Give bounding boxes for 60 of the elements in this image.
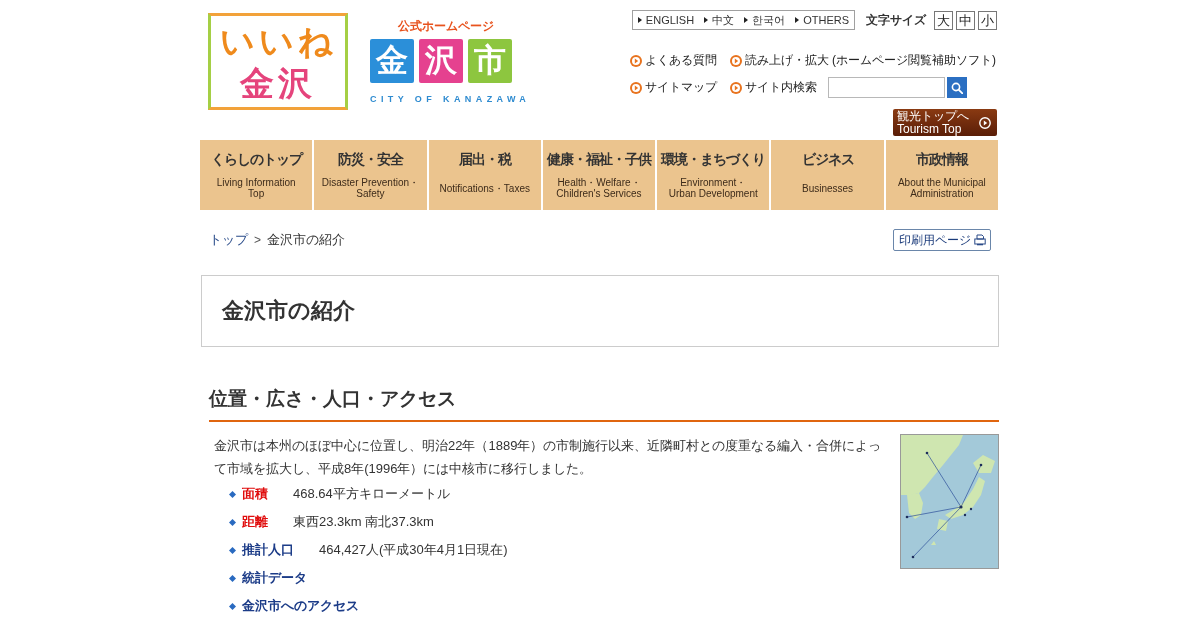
nav-tab[interactable]: 市政情報 About the Municipal Administration	[885, 140, 998, 210]
diamond-bullet-icon	[229, 546, 236, 554]
fact-label: 距離	[242, 513, 268, 531]
diamond-bullet-icon	[229, 574, 236, 582]
nav-tab[interactable]: くらしのトップ Living Information Top	[200, 140, 313, 210]
printer-icon	[974, 234, 986, 246]
intro-paragraph: 金沢市は本州のほぼ中心に位置し、明治22年（1889年）の市制施行以来、近隣町村との度重なる編入・合併によって市域を拡大し、平成8年(1996年）には中核市に移行しました。	[214, 437, 883, 478]
font-size-button[interactable]: 小	[978, 10, 997, 30]
utility-link[interactable]: サイトマップ	[630, 79, 717, 96]
nav-tab[interactable]: 環境・まちづくり Environment・ Urban Development	[657, 140, 770, 210]
nav-tab[interactable]: 届出・税 Notifications・Taxes	[428, 140, 541, 210]
circle-arrow-icon	[630, 54, 642, 67]
circle-arrow-icon	[730, 81, 742, 94]
language-link[interactable]: OTHERS	[795, 14, 849, 26]
print-page-button[interactable]: 印刷用ページ	[893, 229, 991, 251]
caret-icon	[637, 17, 642, 23]
logo-slogan-text: いいね	[219, 21, 337, 60]
circle-arrow-icon	[730, 54, 742, 67]
caret-icon	[704, 17, 709, 23]
breadcrumb-link[interactable]: トップ	[209, 231, 248, 249]
logo-city-name: CITY OF KANAZAWA	[370, 93, 531, 105]
language-link[interactable]: 中文	[704, 12, 735, 28]
language-link[interactable]: ENGLISH	[637, 14, 695, 26]
font-size-button[interactable]: 大	[934, 10, 953, 30]
search-button[interactable]	[947, 77, 967, 98]
nav-tab[interactable]: ビジネス Businesses	[771, 140, 884, 210]
nav-tab[interactable]: 防災・安全 Disaster Prevention・ Safety	[314, 140, 427, 210]
section-heading: 位置・広さ・人口・アクセス	[209, 387, 456, 411]
breadcrumb-current: 金沢市の紹介	[267, 231, 345, 249]
logo-letter-tile: 沢	[419, 39, 463, 83]
fact-label: 面積	[242, 485, 268, 503]
search-field[interactable]	[828, 77, 945, 98]
tourism-top-button[interactable]: 観光トップへ Tourism Top	[893, 109, 997, 136]
caret-icon	[795, 17, 800, 23]
caret-icon	[744, 17, 749, 23]
fact-value: 東西23.3km 南北37.3km	[293, 513, 434, 531]
font-size-label: 文字サイズ	[866, 11, 926, 29]
font-size-button[interactable]: 中	[956, 10, 975, 30]
circle-arrow-icon	[630, 81, 642, 94]
language-link[interactable]: 한국어	[744, 12, 786, 28]
search-icon	[951, 81, 963, 94]
logo-letter-tile: 金	[370, 39, 414, 83]
fact-link[interactable]: 金沢市へのアクセス	[242, 597, 359, 615]
page-title: 金沢市の紹介	[222, 297, 355, 325]
diamond-bullet-icon	[229, 490, 236, 498]
utility-link[interactable]: 読み上げ・拡大	[730, 52, 829, 69]
logo-slogan-text: 金沢	[240, 63, 316, 102]
breadcrumb-separator: >	[254, 233, 261, 247]
fact-link[interactable]: 統計データ	[242, 569, 307, 587]
diamond-bullet-icon	[229, 518, 236, 526]
link-note: (ホームページ閲覧補助ソフト)	[832, 52, 996, 69]
fact-value: 468.64平方キローメートル	[293, 485, 450, 503]
fact-value: 464,427人(平成30年4月1日現在)	[319, 541, 508, 559]
logo-tagline: 公式ホームページ	[398, 18, 494, 34]
diamond-bullet-icon	[229, 602, 236, 610]
logo-letter-tile: 市	[468, 39, 512, 83]
nav-tab[interactable]: 健康・福祉・子供 Health・Welfare・ Children's Services	[542, 140, 656, 210]
utility-link[interactable]: よくある質問	[630, 52, 717, 69]
utility-link[interactable]: サイト内検索	[730, 79, 817, 96]
fact-link[interactable]: 推計人口	[242, 541, 294, 559]
